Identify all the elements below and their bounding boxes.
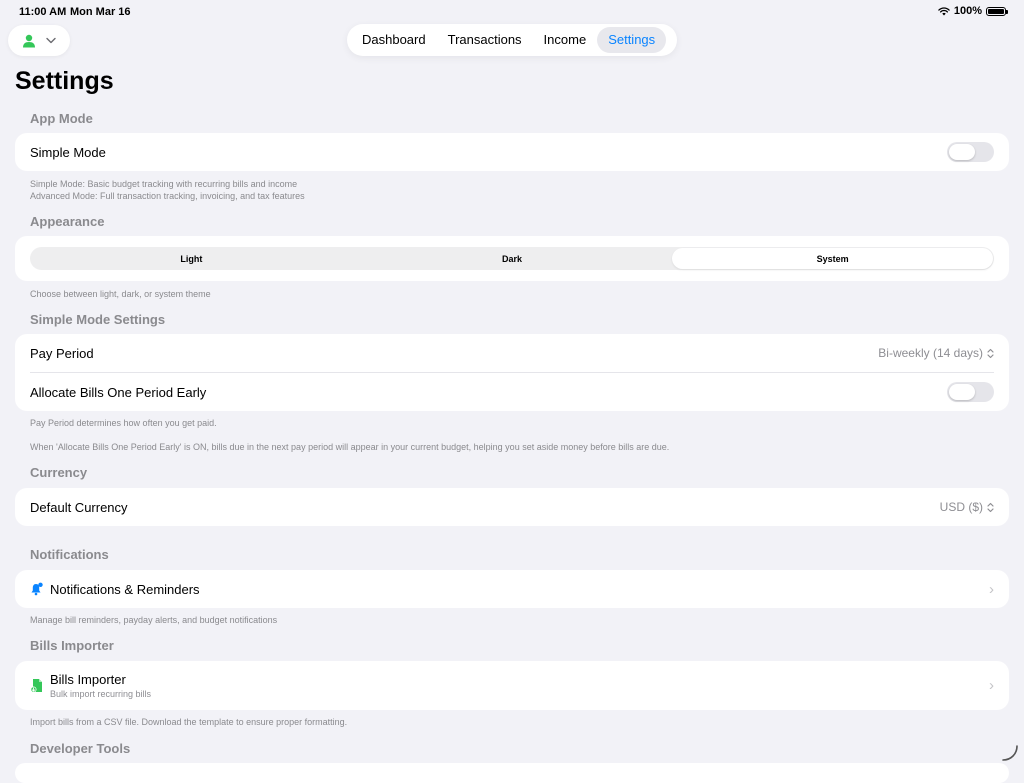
section-header-notifications: Notifications: [30, 547, 109, 562]
appearance-option-dark[interactable]: Dark: [352, 248, 673, 269]
simple-mode-settings-card: Pay Period Bi-weekly (14 days) Allocate …: [15, 334, 1009, 411]
bills-importer-text: Bills Importer Bulk import recurring bil…: [50, 672, 151, 699]
battery-percent: 100%: [953, 5, 982, 17]
tab-bar: Dashboard Transactions Income Settings: [347, 24, 677, 56]
chevron-down-icon: [46, 37, 56, 44]
simple-mode-toggle[interactable]: [947, 142, 994, 162]
notifications-row[interactable]: Notifications & Reminders ›: [15, 570, 1009, 608]
appearance-option-light[interactable]: Light: [31, 248, 352, 269]
appearance-option-system[interactable]: System: [672, 248, 994, 269]
allocate-bills-row: Allocate Bills One Period Early: [15, 373, 1009, 411]
status-bar: 11:00 AM Mon Mar 16 100%: [0, 0, 1024, 24]
section-header-developer-tools: Developer Tools: [30, 741, 131, 756]
pay-period-value: Bi-weekly (14 days): [878, 346, 983, 360]
bills-importer-sublabel: Bulk import recurring bills: [50, 689, 152, 699]
section-header-app-mode: App Mode: [30, 111, 93, 126]
chevron-right-icon: ›: [989, 580, 994, 598]
tab-income[interactable]: Income: [533, 27, 598, 53]
bills-importer-label: Bills Importer: [50, 672, 126, 687]
notifications-footer: Manage bill reminders, payday alerts, an…: [30, 615, 278, 625]
tab-transactions[interactable]: Transactions: [437, 27, 533, 53]
bell-badge-icon: [31, 582, 43, 596]
section-header-bills-importer: Bills Importer: [30, 638, 114, 653]
default-currency-label: Default Currency: [30, 499, 128, 515]
pay-period-footer: Pay Period determines how often you get …: [30, 418, 217, 428]
battery-fill: [988, 8, 1004, 14]
pay-period-picker[interactable]: Bi-weekly (14 days): [878, 346, 994, 360]
pay-period-label: Pay Period: [30, 345, 94, 361]
battery-icon: [986, 6, 1008, 16]
simple-mode-row: Simple Mode: [15, 133, 1009, 171]
app-mode-footer-line2: Advanced Mode: Full transaction tracking…: [30, 191, 305, 201]
notifications-card: Notifications & Reminders ›: [15, 570, 1009, 608]
document-import-icon: [30, 678, 42, 692]
toggle-knob: [949, 144, 975, 160]
allocate-bills-toggle[interactable]: [947, 382, 994, 402]
appearance-card: Light Dark System: [15, 236, 1009, 281]
appearance-footer: Choose between light, dark, or system th…: [30, 289, 211, 299]
status-date: Mon Mar 16: [70, 6, 131, 18]
currency-value: USD ($): [939, 500, 983, 514]
section-header-currency: Currency: [30, 465, 88, 480]
resize-handle-icon[interactable]: [1001, 744, 1019, 762]
app-mode-footer-line1: Simple Mode: Basic budget tracking with …: [30, 179, 298, 189]
section-header-simple-mode-settings: Simple Mode Settings: [30, 312, 166, 327]
developer-tools-card: [15, 763, 1009, 783]
status-indicators: 100%: [938, 5, 1008, 17]
app-mode-card: Simple Mode: [15, 133, 1009, 171]
chevron-up-down-icon: [987, 348, 994, 358]
toggle-knob: [949, 384, 975, 400]
profile-menu-button[interactable]: [8, 25, 70, 56]
tab-settings[interactable]: Settings: [597, 27, 667, 53]
status-time: 11:00 AM: [19, 6, 67, 18]
appearance-segmented-control: Light Dark System: [30, 247, 994, 270]
default-currency-row[interactable]: Default Currency USD ($): [15, 488, 1009, 526]
bills-importer-card: Bills Importer Bulk import recurring bil…: [15, 661, 1009, 710]
page-title: Settings: [15, 67, 114, 95]
simple-mode-label: Simple Mode: [30, 144, 106, 160]
notifications-label: Notifications & Reminders: [50, 581, 200, 597]
chevron-up-down-icon: [987, 502, 994, 512]
allocate-bills-footer: When 'Allocate Bills One Period Early' i…: [30, 442, 670, 452]
allocate-bills-label: Allocate Bills One Period Early: [30, 384, 207, 400]
chevron-right-icon: ›: [989, 677, 994, 694]
section-header-appearance: Appearance: [30, 214, 105, 229]
bills-importer-row[interactable]: Bills Importer Bulk import recurring bil…: [15, 661, 1009, 710]
person-icon: [23, 34, 35, 47]
tab-dashboard[interactable]: Dashboard: [351, 27, 437, 53]
currency-picker[interactable]: USD ($): [940, 500, 994, 514]
pay-period-row[interactable]: Pay Period Bi-weekly (14 days): [15, 334, 1009, 372]
currency-card: Default Currency USD ($): [15, 488, 1009, 526]
wifi-icon: [938, 6, 950, 15]
bills-importer-footer: Import bills from a CSV file. Download t…: [30, 717, 348, 727]
app-mode-footer: Simple Mode: Basic budget tracking with …: [30, 178, 305, 202]
